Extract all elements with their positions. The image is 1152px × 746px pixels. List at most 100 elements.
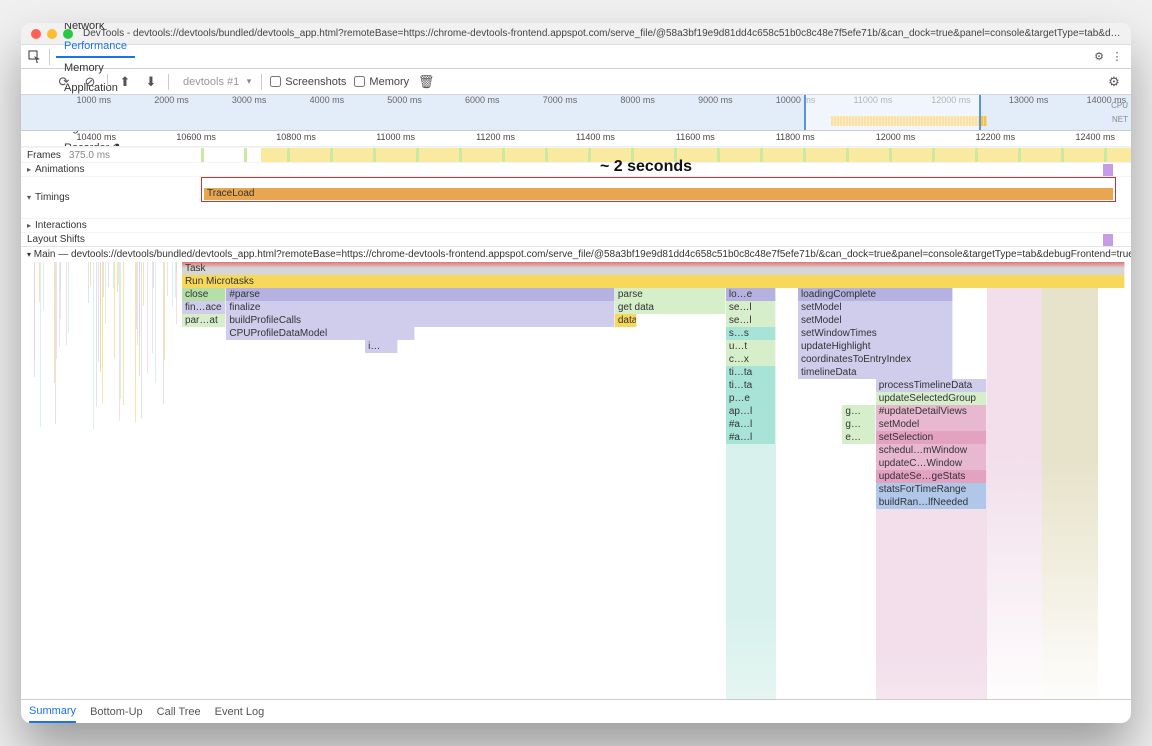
download-icon[interactable]: ⬇ (142, 73, 160, 91)
flame-setmodel[interactable]: setModel (798, 314, 953, 327)
flame-par-at[interactable]: par…at (182, 314, 226, 327)
overview-tick: 3000 ms (232, 95, 267, 105)
timings-label: Timings (35, 192, 70, 203)
flame-setselection[interactable]: setSelection (876, 431, 987, 444)
flame-lo-e[interactable]: lo…e (726, 288, 776, 301)
flame-updateselectedgroup[interactable]: updateSelectedGroup (876, 392, 987, 405)
interactions-track[interactable]: ▸Interactions (21, 218, 1131, 232)
tab-network[interactable]: Network (56, 23, 135, 36)
ruler-tick: 11000 ms (376, 132, 415, 142)
layout-shifts-track[interactable]: Layout Shifts (21, 232, 1131, 246)
flame-ti-ta[interactable]: ti…ta (726, 366, 776, 379)
flame-sliver (39, 262, 40, 302)
overview-strip[interactable]: 1000 ms2000 ms3000 ms4000 ms5000 ms6000 … (21, 95, 1131, 131)
memory-checkbox[interactable]: Memory (354, 76, 409, 88)
flame-e-[interactable]: e… (842, 431, 875, 444)
flame-timelinedata[interactable]: timelineData (798, 366, 953, 379)
flame-parse[interactable]: parse (615, 288, 726, 301)
flame-g-[interactable]: g… (842, 405, 875, 418)
flame-cpuprofiledatamodel[interactable]: CPUProfileDataModel (226, 327, 415, 340)
flame-close[interactable]: close (182, 288, 226, 301)
detail-tab-event-log[interactable]: Event Log (215, 702, 265, 722)
flame-sliver (137, 262, 138, 345)
flame-coordinatestoentryindex[interactable]: coordinatesToEntryIndex (798, 353, 953, 366)
flame-setmodel[interactable]: setModel (876, 418, 987, 431)
flame-chart[interactable]: TaskRun Microtasksclose#parseparselo…e lo… (21, 262, 1131, 699)
overview-tick: 13000 ms (1009, 95, 1049, 105)
trash-icon[interactable]: 🗑 (417, 73, 435, 91)
screenshots-checkbox[interactable]: Screenshots (270, 76, 346, 88)
flame-i-[interactable]: i… (365, 340, 398, 353)
flame-sliver (88, 262, 89, 303)
flame-updatehighlight[interactable]: updateHighlight (798, 340, 953, 353)
flame-sliver (108, 262, 109, 287)
flame-sliver (54, 262, 55, 383)
flame-tail (876, 509, 987, 699)
flame-sliver (155, 262, 156, 383)
main-thread-label[interactable]: ▾ Main — devtools://devtools/bundled/dev… (21, 246, 1131, 262)
flame--a-l[interactable]: #a…l (726, 418, 776, 431)
frames-track[interactable]: Frames375.0 ms (21, 147, 1131, 162)
traceload-bar[interactable]: TraceLoad (204, 188, 1113, 200)
ruler-tick: 11600 ms (676, 132, 715, 142)
record-icon[interactable] (29, 73, 47, 91)
profile-dropdown[interactable]: devtools #1 (177, 74, 253, 90)
settings-icon[interactable]: ⚙ (1091, 49, 1107, 65)
flame-ti-ta[interactable]: ti…ta (726, 379, 776, 392)
flame-updatese-gestats[interactable]: updateSe…geStats (876, 470, 987, 483)
flame-statsfortimerange[interactable]: statsForTimeRange (876, 483, 987, 496)
flame-u-t[interactable]: u…t (726, 340, 776, 353)
flame-sliver (152, 262, 153, 353)
flame-fin-ace[interactable]: fin…ace (182, 301, 226, 314)
overview-viewport[interactable] (804, 95, 982, 130)
flame-sliver (60, 262, 61, 291)
flame-s-s[interactable]: s…s (726, 327, 776, 340)
flame-schedul-mwindow[interactable]: schedul…mWindow (876, 444, 987, 457)
flame-sliver (164, 262, 165, 360)
flame-buildran-lfneeded[interactable]: buildRan…lfNeeded (876, 496, 987, 509)
animations-track[interactable]: ▸Animations (21, 162, 1131, 176)
reload-icon[interactable]: ⟳ (55, 73, 73, 91)
flame-task[interactable]: Task (182, 262, 1126, 275)
flame-updatec-window[interactable]: updateC…Window (876, 457, 987, 470)
flame--updatedetailviews[interactable]: #updateDetailViews (876, 405, 987, 418)
detail-tab-call-tree[interactable]: Call Tree (157, 702, 201, 722)
flame-p-e[interactable]: p…e (726, 392, 776, 405)
flame-buildprofilecalls[interactable]: buildProfileCalls (226, 314, 615, 327)
flame-data[interactable]: data (615, 314, 637, 327)
flame-se-l[interactable]: se…l (726, 314, 776, 327)
flame-setwindowtimes[interactable]: setWindowTimes (798, 327, 953, 340)
detail-tab-bottom-up[interactable]: Bottom-Up (90, 702, 143, 722)
flame-sliver (141, 262, 142, 418)
ruler-tick: 11200 ms (476, 132, 515, 142)
flame-c-x[interactable]: c…x (726, 353, 776, 366)
detail-tab-summary[interactable]: Summary (29, 701, 76, 723)
upload-icon[interactable]: ⬆ (116, 73, 134, 91)
flame-setmodel[interactable]: setModel (798, 301, 953, 314)
timings-track[interactable]: ▾Timings ~ 2 seconds TraceLoad (21, 176, 1131, 218)
flame-run-microtasks[interactable]: Run Microtasks (182, 275, 1126, 288)
flame-finalize[interactable]: finalize (226, 301, 615, 314)
inspect-icon[interactable] (27, 49, 43, 65)
flame--a-l[interactable]: #a…l (726, 431, 776, 444)
flame-ap-l[interactable]: ap…l (726, 405, 776, 418)
flame-processtimelinedata[interactable]: processTimelineData (876, 379, 987, 392)
flame-se-l[interactable]: se…l (726, 301, 776, 314)
animations-label: Animations (35, 164, 84, 175)
flame-sliver (113, 262, 114, 288)
capture-settings-icon[interactable]: ⚙ (1105, 73, 1123, 91)
flame-get-data[interactable]: get data (615, 301, 726, 314)
flame--parse[interactable]: #parse (226, 288, 615, 301)
close-window-icon[interactable] (31, 29, 41, 39)
flame-sliver (93, 262, 94, 429)
ruler-tick: 12200 ms (976, 132, 1016, 142)
flame-g-[interactable]: g… (842, 418, 875, 431)
ruler-tick: 10800 ms (276, 132, 316, 142)
flame-sliver (135, 262, 136, 422)
flame-loadingcomplete[interactable]: loadingComplete (798, 288, 953, 301)
more-icon[interactable]: ⋮ (1109, 49, 1125, 65)
tab-performance[interactable]: Performance (56, 36, 135, 58)
flame-sliver (120, 262, 121, 399)
clear-icon[interactable]: ⊘ (81, 73, 99, 91)
time-ruler[interactable]: 10400 ms10600 ms10800 ms11000 ms11200 ms… (21, 131, 1131, 147)
